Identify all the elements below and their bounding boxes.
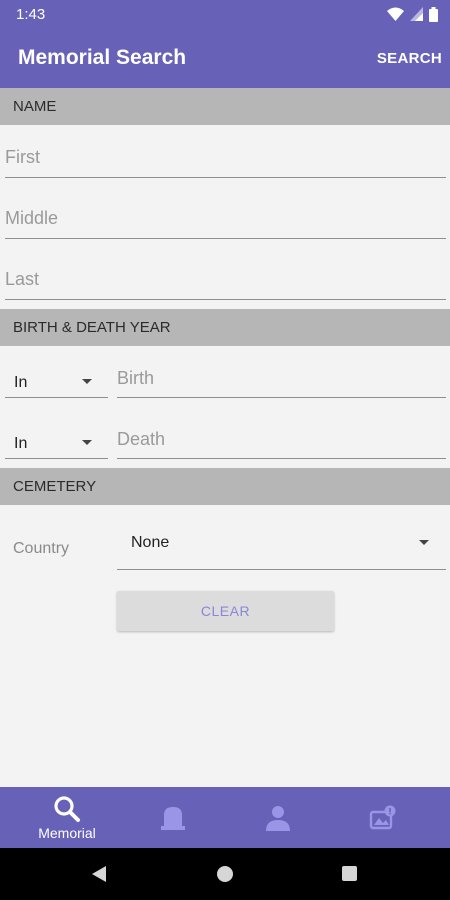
wifi-icon (387, 7, 404, 21)
bottom-nav: Memorial (0, 787, 450, 848)
birth-year-input[interactable] (117, 360, 446, 397)
birth-qualifier-select[interactable]: In (5, 360, 108, 398)
chevron-down-icon (419, 540, 429, 545)
app-bar: Memorial Search SEARCH (0, 28, 450, 88)
nav-label-memorial: Memorial (38, 824, 96, 841)
status-bar: 1:43 (0, 0, 450, 28)
death-qualifier-select[interactable]: In (5, 421, 108, 459)
status-icons (387, 6, 438, 22)
search-icon (54, 795, 80, 822)
first-name-field[interactable] (5, 134, 446, 178)
status-time: 1:43 (16, 6, 46, 23)
first-name-input[interactable] (5, 134, 446, 177)
person-icon (266, 805, 290, 831)
cemetery-section-header: CEMETERY (0, 468, 450, 505)
name-section-header: NAME (0, 88, 450, 125)
country-select[interactable]: None (117, 520, 446, 570)
birth-year-field[interactable] (117, 360, 446, 398)
nav-item-memorial[interactable]: Memorial (11, 787, 123, 848)
search-button[interactable]: SEARCH (377, 50, 442, 67)
death-year-field[interactable] (117, 421, 446, 459)
middle-name-input[interactable] (5, 195, 446, 238)
clear-button[interactable]: CLEAR (117, 591, 334, 631)
nav-item-cemetery[interactable] (117, 787, 229, 848)
years-section-header: BIRTH & DEATH YEAR (0, 309, 450, 346)
country-value: None (131, 534, 170, 551)
page-title: Memorial Search (18, 46, 187, 69)
chevron-down-icon (82, 440, 92, 445)
country-label: Country (13, 540, 70, 557)
middle-name-field[interactable] (5, 195, 446, 239)
system-nav-bar (0, 848, 450, 900)
nav-item-photo-requests[interactable] (327, 787, 439, 848)
back-icon[interactable] (92, 866, 106, 882)
death-year-input[interactable] (117, 421, 446, 458)
cell-signal-icon (410, 7, 423, 21)
last-name-input[interactable] (5, 256, 446, 299)
gravestone-icon (161, 806, 185, 830)
chevron-down-icon (82, 379, 92, 384)
battery-icon (429, 6, 438, 22)
death-qualifier-value: In (14, 435, 28, 452)
birth-qualifier-value: In (14, 374, 28, 391)
nav-item-profile[interactable] (222, 787, 334, 848)
photo-request-icon (369, 805, 396, 829)
last-name-field[interactable] (5, 256, 446, 300)
recents-icon[interactable] (342, 866, 357, 881)
home-icon[interactable] (217, 866, 233, 882)
